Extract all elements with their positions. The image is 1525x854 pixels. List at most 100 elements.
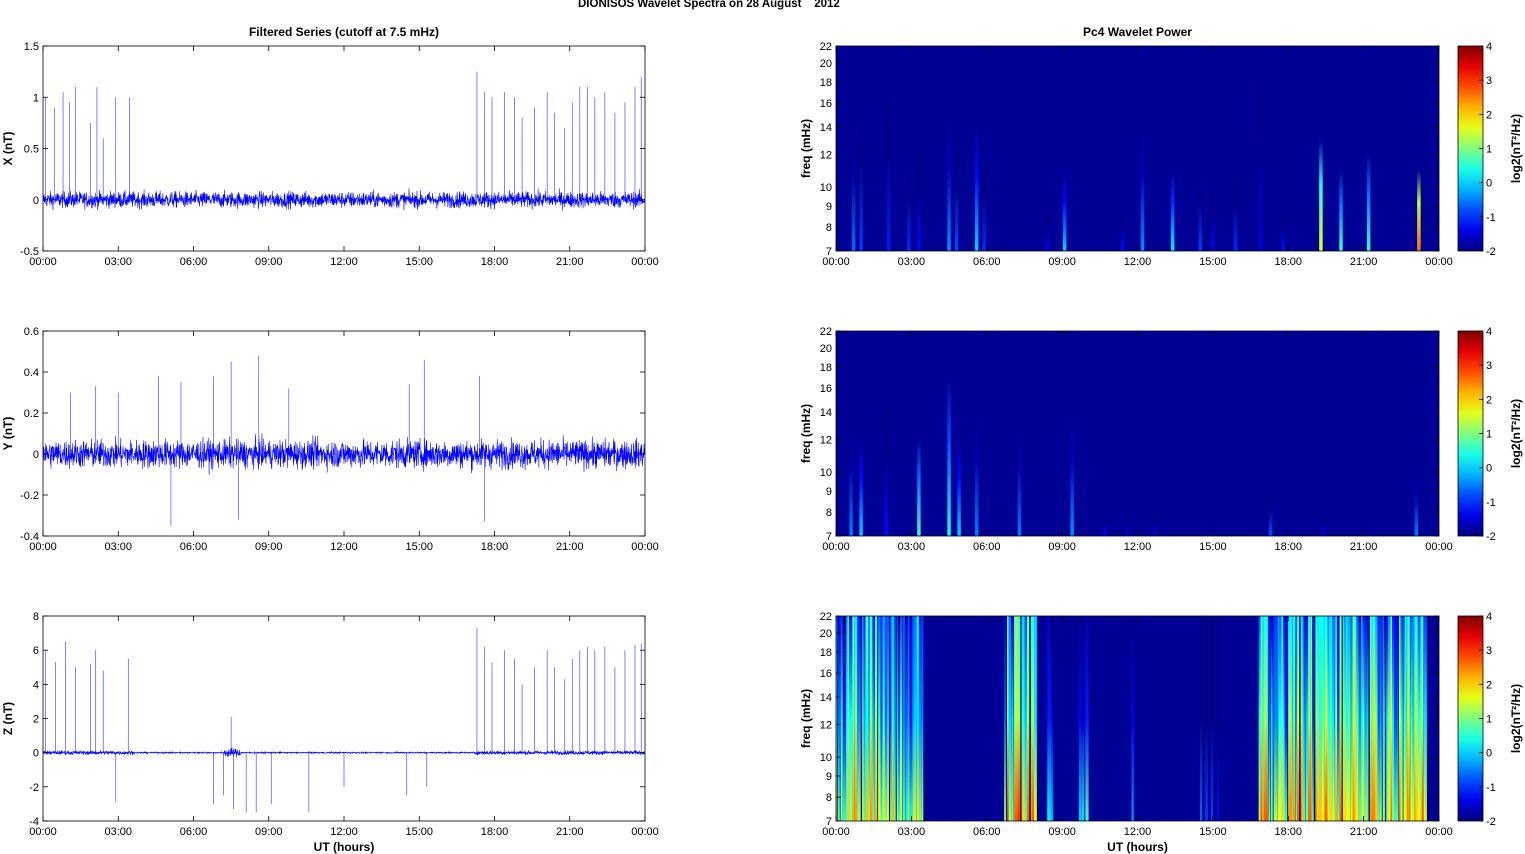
y-tick-label: 14 (820, 122, 832, 134)
power-burst (974, 126, 979, 251)
power-streak (918, 616, 922, 821)
power-streak (1310, 616, 1313, 821)
x-tick-label: 21:00 (556, 826, 584, 838)
y-tick-label: 10 (820, 467, 832, 479)
x-tick-label: 09:00 (255, 826, 283, 838)
power-streak (1078, 616, 1082, 821)
power-burst (1211, 187, 1215, 251)
power-streak (1312, 616, 1314, 821)
power-burst (907, 154, 911, 251)
power-streak (907, 616, 910, 821)
x-tick-label: 00:00 (822, 826, 850, 838)
y-tick-label: 12 (820, 435, 832, 447)
power-burst (1319, 140, 1323, 251)
power-burst (974, 411, 979, 536)
power-burst (849, 425, 853, 536)
power-streak (893, 616, 896, 821)
power-streak (1034, 616, 1037, 821)
y-axis-label: freq (mHz) (799, 689, 813, 748)
y-tick-label: 22 (820, 41, 832, 53)
x-tick-label: 15:00 (405, 256, 433, 268)
power-streak (1007, 616, 1009, 821)
power-streak (852, 616, 855, 821)
y-tick-label: 10 (820, 182, 832, 194)
x-tick-label: 12:00 (1124, 826, 1152, 838)
power-streak (1011, 616, 1014, 821)
y-tick-label: 16 (820, 668, 832, 680)
power-burst (1233, 170, 1238, 251)
power-burst (1120, 206, 1125, 251)
y-tick-label: 1.5 (24, 41, 39, 53)
colorbar-tick-label: -2 (1486, 816, 1496, 828)
power-streak (1026, 616, 1030, 821)
power-streak (1394, 616, 1398, 821)
y-tick-label: 12 (820, 150, 832, 162)
y-tick-label: 6 (33, 645, 39, 657)
power-streak (887, 616, 890, 821)
colorbar-tick-label: 2 (1486, 394, 1492, 406)
y-axis-label: Y (nT) (1, 417, 15, 451)
power-burst (957, 439, 961, 536)
power-burst (917, 439, 921, 536)
power-streak (872, 616, 875, 821)
power-burst (1268, 491, 1273, 536)
colorbar-label: log2(nT²/Hz) (1509, 399, 1523, 468)
y-tick-label: 2 (33, 714, 39, 726)
power-burst (1321, 512, 1326, 536)
power-burst (1281, 206, 1285, 251)
y-axis-label: Z (nT) (1, 702, 15, 735)
x-tick-label: 21:00 (1350, 541, 1378, 553)
y-tick-label: 8 (826, 222, 832, 234)
power-streak (921, 616, 924, 821)
x-tick-label: 18:00 (481, 541, 509, 553)
power-burst (1070, 411, 1074, 536)
x-tick-label: 06:00 (180, 256, 208, 268)
power-streak (1335, 616, 1338, 821)
power-streak (854, 616, 858, 821)
x-tick-label: 03:00 (104, 541, 132, 553)
x-tick-label: 06:00 (973, 826, 1001, 838)
power-burst (1045, 206, 1049, 251)
y-tick-label: 14 (820, 692, 832, 704)
power-streak (1308, 616, 1311, 821)
x-tick-label: 09:00 (255, 541, 283, 553)
power-burst (1339, 170, 1343, 251)
x-tick-label: 12:00 (330, 256, 358, 268)
power-streak (882, 616, 885, 821)
x-tick-label: 18:00 (1274, 826, 1302, 838)
power-burst (1414, 472, 1419, 536)
colorbar-label: log2(nT²/Hz) (1509, 684, 1523, 753)
power-streak (1318, 616, 1323, 821)
x-tick-label: 00:00 (1425, 256, 1453, 268)
x-tick-label: 18:00 (481, 826, 509, 838)
power-streak (1210, 616, 1214, 821)
power-streak (1347, 616, 1351, 821)
x-tick-label: 18:00 (481, 256, 509, 268)
power-streak (878, 616, 881, 821)
y-tick-label: 14 (820, 407, 832, 419)
power-streak (1362, 616, 1365, 821)
x-tick-label: 09:00 (1048, 826, 1076, 838)
power-streak (858, 616, 861, 821)
power-burst (884, 388, 888, 536)
y-tick-label: 16 (820, 383, 832, 395)
x-tick-label: 03:00 (898, 541, 926, 553)
colorbar-tick-label: 4 (1486, 611, 1492, 623)
power-streak (842, 616, 847, 821)
colorbar-label: log2(nT²/Hz) (1509, 114, 1523, 183)
figure: -0.500.511.5X (nT)00:00 03:00 06:00 09:00 12… (1, 25, 1523, 854)
power-streak (1017, 616, 1021, 821)
y-tick-label: 0.6 (24, 326, 39, 338)
power-burst (1366, 154, 1371, 251)
power-streak (1316, 616, 1320, 821)
x-tick-label: 18:00 (1274, 256, 1302, 268)
x-tick-label: 00:00 (822, 541, 850, 553)
power-streak (1265, 616, 1268, 821)
x-tick-label: 03:00 (898, 826, 926, 838)
y-tick-label: 0.5 (24, 144, 39, 156)
x-tick-label: 00:00 (29, 541, 57, 553)
power-streak (1400, 616, 1403, 821)
y-tick-label: 8 (33, 611, 39, 623)
power-streak (1305, 616, 1309, 821)
y-tick-label: 22 (820, 326, 832, 338)
